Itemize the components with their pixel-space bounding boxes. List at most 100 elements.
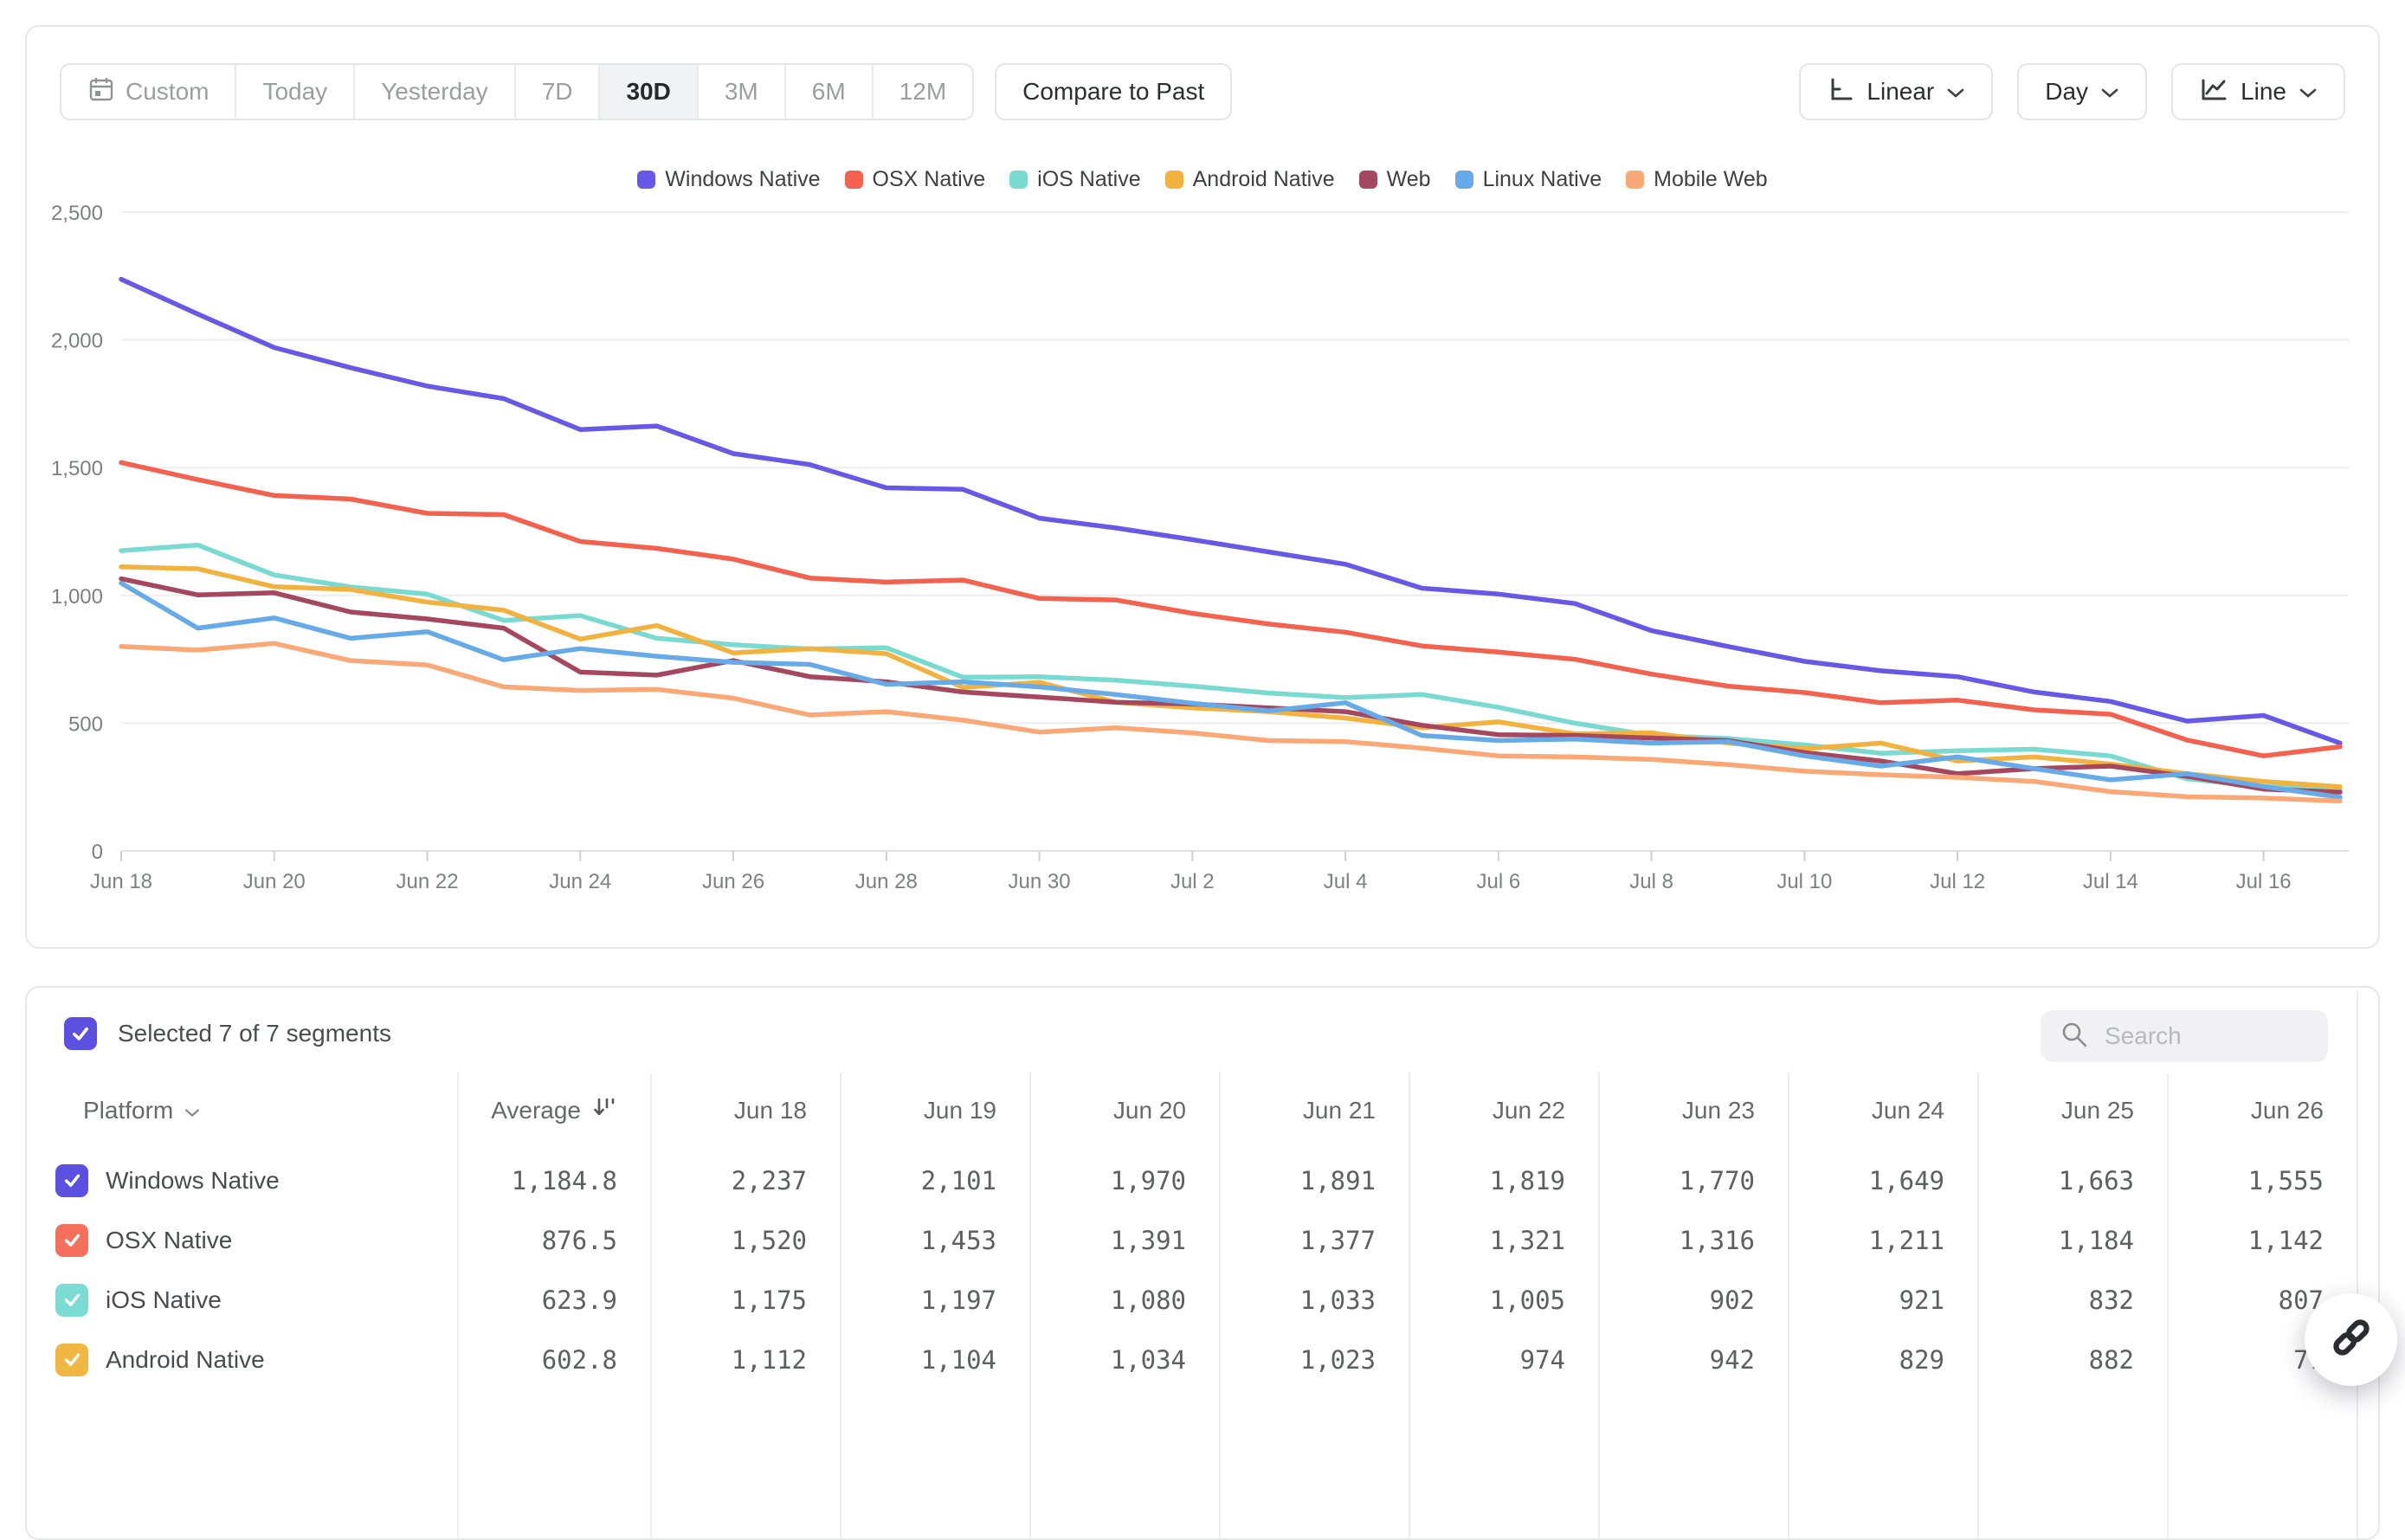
date-range-label: Custom <box>126 78 209 106</box>
column-header-jun-18[interactable]: Jun 18 <box>650 1071 840 1150</box>
date-range-6m[interactable]: 6M <box>786 65 874 119</box>
column-header-jun-25[interactable]: Jun 25 <box>1977 1071 2167 1150</box>
date-range-30d[interactable]: 30D <box>600 65 698 119</box>
legend-swatch <box>1009 171 1028 189</box>
value-cell: 1,649 <box>1788 1150 1977 1210</box>
segment-label[interactable]: OSX Native <box>106 1227 232 1254</box>
legend-label: OSX Native <box>873 167 986 192</box>
x-axis-label: Jul 8 <box>1629 870 1673 893</box>
check-icon <box>62 1290 82 1310</box>
value-cell: 832 <box>1977 1270 2167 1330</box>
value-cell: 1,080 <box>1029 1270 1219 1330</box>
value-cell: 1,970 <box>1029 1150 1219 1210</box>
compare-to-past-button[interactable]: Compare to Past <box>995 63 1232 120</box>
date-range-custom[interactable]: Custom <box>61 65 236 119</box>
interval-dropdown[interactable]: Day <box>2017 63 2147 120</box>
date-range-label: 6M <box>812 78 846 106</box>
date-range-label: 3M <box>725 78 758 106</box>
select-all-checkbox[interactable] <box>64 1017 97 1050</box>
segment-checkbox[interactable] <box>55 1224 88 1257</box>
column-header-jun-22[interactable]: Jun 22 <box>1409 1071 1598 1150</box>
value-cell: 1,023 <box>1219 1330 1409 1389</box>
column-header-average[interactable]: Average <box>457 1071 650 1150</box>
link-icon <box>2328 1314 2375 1365</box>
date-range-label: 12M <box>899 78 946 106</box>
column-header-platform[interactable]: Platform <box>52 1071 457 1150</box>
x-axis-label: Jul 16 <box>2236 870 2292 893</box>
column-header-jun-21[interactable]: Jun 21 <box>1219 1071 1409 1150</box>
x-axis-label: Jun 18 <box>90 870 152 893</box>
segment-checkbox[interactable] <box>55 1164 88 1197</box>
value-cell: 1,663 <box>1977 1150 2167 1210</box>
legend-item-osx-native[interactable]: OSX Native <box>845 167 986 192</box>
value-cell: 921 <box>1788 1270 1977 1330</box>
date-range-3m[interactable]: 3M <box>699 65 786 119</box>
x-axis-label: Jul 14 <box>2083 870 2138 893</box>
legend-item-linux-native[interactable]: Linux Native <box>1455 167 1602 192</box>
chart-card: Custom Today Yesterday 7D 30D 3M 6M 12M Compare… <box>25 25 2380 949</box>
share-link-button[interactable] <box>2305 1293 2397 1386</box>
date-range-label: 30D <box>626 78 670 106</box>
line-chart-icon <box>2199 75 2228 109</box>
date-range-7d[interactable]: 7D <box>516 65 601 119</box>
value-cell: 974 <box>1409 1330 1598 1389</box>
value-cell: 942 <box>1598 1330 1788 1389</box>
linear-axis-icon <box>1827 75 1854 109</box>
check-icon <box>62 1350 82 1369</box>
value-cell: 1,112 <box>650 1330 840 1389</box>
series-line-mobile-web <box>121 643 2340 801</box>
value-cell: 876.5 <box>457 1210 650 1270</box>
scale-dropdown-label: Linear <box>1867 78 1934 106</box>
segments-summary-row: Selected 7 of 7 segments <box>64 1017 391 1050</box>
column-header-jun-23[interactable]: Jun 23 <box>1598 1071 1788 1150</box>
segment-checkbox[interactable] <box>55 1284 88 1317</box>
column-header-jun-20[interactable]: Jun 20 <box>1029 1071 1219 1150</box>
value-cell: 1,453 <box>840 1210 1029 1270</box>
segment-label[interactable]: Windows Native <box>106 1167 280 1195</box>
scale-dropdown[interactable]: Linear <box>1799 63 1993 120</box>
selected-segments-summary: Selected 7 of 7 segments <box>118 1020 391 1047</box>
value-cell: 1,184.8 <box>457 1150 650 1210</box>
search-input[interactable] <box>2105 1022 2295 1050</box>
chart-legend: Windows Native OSX Native iOS Native Androi… <box>27 167 2378 192</box>
value-cell: 2,101 <box>840 1150 1029 1210</box>
value-cell: 829 <box>1788 1330 1977 1389</box>
column-header-jun-19[interactable]: Jun 19 <box>840 1071 1029 1150</box>
segment-label[interactable]: Android Native <box>106 1346 265 1374</box>
x-axis-label: Jun 20 <box>243 870 306 893</box>
legend-item-android-native[interactable]: Android Native <box>1165 167 1335 192</box>
segment-label[interactable]: iOS Native <box>106 1286 222 1314</box>
column-header-jun-24[interactable]: Jun 24 <box>1788 1071 1977 1150</box>
x-axis-label: Jul 2 <box>1170 870 1215 893</box>
chart-toolbar: Custom Today Yesterday 7D 30D 3M 6M 12M Compare… <box>60 63 2345 120</box>
x-axis-label: Jun 22 <box>396 870 458 893</box>
legend-label: Linux Native <box>1483 167 1602 192</box>
legend-label: iOS Native <box>1037 167 1140 192</box>
value-cell: 1,104 <box>840 1330 1029 1389</box>
date-range-today[interactable]: Today <box>236 65 355 119</box>
search-icon <box>2060 1020 2089 1054</box>
date-range-yesterday[interactable]: Yesterday <box>355 65 516 119</box>
segments-table-card: Selected 7 of 7 segments Platform Average… <box>25 986 2380 1540</box>
value-cell: 1,891 <box>1219 1150 1409 1210</box>
chart-type-dropdown[interactable]: Line <box>2171 63 2345 120</box>
legend-item-windows-native[interactable]: Windows Native <box>637 167 820 192</box>
value-cell: 1,321 <box>1409 1210 1598 1270</box>
segments-table: PlatformAverageJun 18Jun 19Jun 20Jun 21J… <box>52 1071 2357 1389</box>
value-cell: 1,316 <box>1598 1210 1788 1270</box>
calendar-icon <box>87 75 115 109</box>
date-range-12m[interactable]: 12M <box>874 65 972 119</box>
value-cell: 902 <box>1598 1270 1788 1330</box>
table-row-windows-native: Windows Native1,184.82,2372,1011,9701,89… <box>52 1150 2357 1210</box>
line-chart-plot[interactable]: 05001,0001,5002,0002,500Jun 18Jun 20Jun … <box>27 140 2383 928</box>
legend-item-mobile-web[interactable]: Mobile Web <box>1626 167 1768 192</box>
date-range-label: Yesterday <box>381 78 488 106</box>
x-axis-label: Jun 24 <box>549 870 611 893</box>
y-axis-label: 1,000 <box>51 585 103 609</box>
column-header-jun-26[interactable]: Jun 26 <box>2167 1071 2357 1150</box>
segment-checkbox[interactable] <box>55 1343 88 1376</box>
legend-item-web[interactable]: Web <box>1359 167 1431 192</box>
legend-item-ios-native[interactable]: iOS Native <box>1009 167 1140 192</box>
search-box[interactable] <box>2041 1010 2328 1062</box>
platform-header-label: Platform <box>83 1097 173 1124</box>
